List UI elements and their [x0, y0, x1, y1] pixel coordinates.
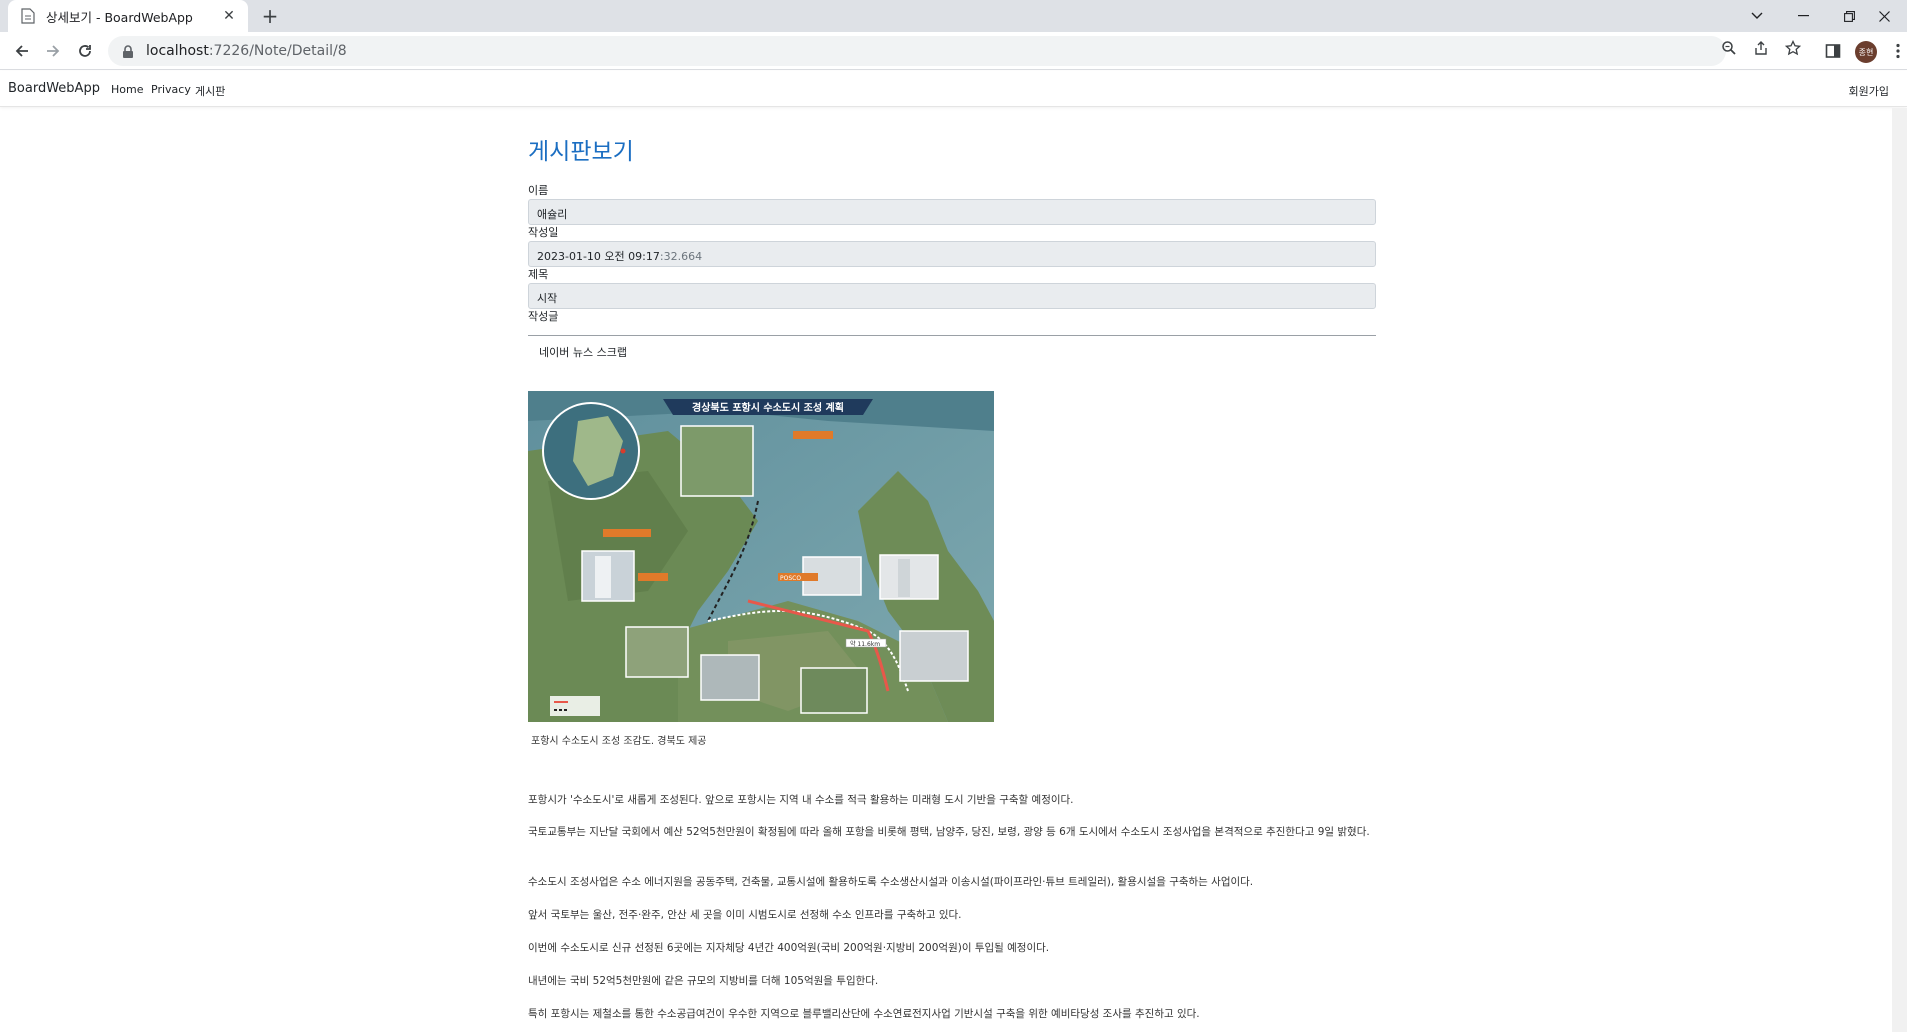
date-label: 작성일: [528, 226, 559, 239]
image-tag-distance: 약 11.6km: [850, 640, 880, 648]
date-ms: :32.664: [659, 250, 703, 263]
zoom-icon[interactable]: [1720, 39, 1738, 57]
url-path: :7226/Note/Detail/8: [208, 43, 347, 59]
article-paragraph: 내년에는 국비 52억5천만원에 같은 규모의 지방비를 더해 105억원을 투…: [528, 975, 879, 987]
subject-label: 제목: [528, 268, 549, 281]
nav-link-privacy[interactable]: Privacy: [151, 83, 191, 96]
date-field[interactable]: 2023-01-10 오전 09:17:32.664: [528, 241, 1376, 267]
content-label: 작성글: [528, 310, 559, 323]
tab-title: 상세보기 - BoardWebApp: [46, 9, 193, 25]
image-title: 경상북도 포항시 수소도시 조성 계획: [692, 401, 844, 414]
browser-tabstrip: 상세보기 - BoardWebApp ✕ +: [0, 0, 1907, 32]
content-divider: [528, 335, 1376, 336]
article-paragraph: 수소도시 조성사업은 수소 에너지원을 공동주택, 건축물, 교통시설에 활용하…: [528, 876, 1254, 888]
nav-link-home[interactable]: Home: [111, 83, 143, 96]
news-image: 경상북도 포항시 수소도시 조성 계획 POSCO 약 11.6km: [528, 391, 994, 722]
nav-link-board[interactable]: 게시판: [195, 83, 225, 99]
article-paragraph: 이번에 수소도시로 신규 선정된 6곳에는 지자체당 4년간 400억원(국비 …: [528, 942, 1050, 954]
subject-field[interactable]: 시작: [528, 283, 1376, 309]
lock-icon[interactable]: [122, 44, 136, 58]
image-caption: 포항시 수소도시 조성 조감도. 경북도 제공: [531, 736, 707, 747]
new-tab-button[interactable]: +: [258, 4, 282, 28]
date-value: 2023-01-10 오전 09:17: [537, 250, 660, 263]
address-bar[interactable]: localhost:7226/Note/Detail/8: [108, 36, 1726, 66]
back-button[interactable]: [8, 37, 36, 65]
url-host: localhost: [146, 43, 209, 59]
brand-link[interactable]: BoardWebApp: [8, 81, 100, 96]
bookmark-star-icon[interactable]: [1784, 39, 1802, 57]
menu-kebab-icon[interactable]: [1888, 41, 1907, 61]
tab-search-icon[interactable]: [1734, 0, 1780, 32]
share-icon[interactable]: [1752, 39, 1770, 57]
minimize-button[interactable]: [1780, 0, 1826, 32]
subject-value: 시작: [537, 292, 558, 305]
name-field[interactable]: 애슐리: [528, 199, 1376, 225]
signup-link[interactable]: 회원가입: [1849, 83, 1889, 99]
page-scrollbar[interactable]: [1892, 108, 1907, 1032]
article-paragraph: 포항시가 '수소도시'로 새롭게 조성된다. 앞으로 포항시는 지역 내 수소를…: [528, 794, 1074, 806]
name-value: 애슐리: [537, 208, 568, 221]
image-tag-posco: POSCO: [780, 575, 801, 582]
article-paragraph: 특히 포항시는 제철소를 통한 수소공급여건이 우수한 지역으로 블루밸리산단에…: [528, 1008, 1200, 1020]
article-paragraph: 앞서 국토부는 울산, 전주·완주, 안산 세 곳을 이미 시범도시로 선정해 …: [528, 909, 962, 921]
name-label: 이름: [528, 184, 549, 197]
close-window-button[interactable]: [1861, 0, 1907, 32]
article-paragraph: 국토교통부는 지난달 국회에서 예산 52억5천만원이 확정됨에 따라 올해 포…: [528, 826, 1370, 838]
page-icon: [20, 8, 36, 24]
browser-toolbar: localhost:7226/Note/Detail/8 종현: [0, 32, 1907, 70]
site-navbar: BoardWebApp Home Privacy 게시판 회원가입: [0, 71, 1907, 107]
reload-button[interactable]: [71, 37, 99, 65]
side-panel-icon[interactable]: [1823, 41, 1843, 61]
article-heading: 네이버 뉴스 스크랩: [539, 346, 627, 359]
profile-avatar[interactable]: 종현: [1855, 41, 1877, 63]
page-title: 게시판보기: [528, 139, 634, 165]
close-tab-icon[interactable]: ✕: [220, 7, 238, 25]
forward-button[interactable]: [39, 37, 67, 65]
browser-tab[interactable]: 상세보기 - BoardWebApp ✕: [8, 0, 248, 32]
